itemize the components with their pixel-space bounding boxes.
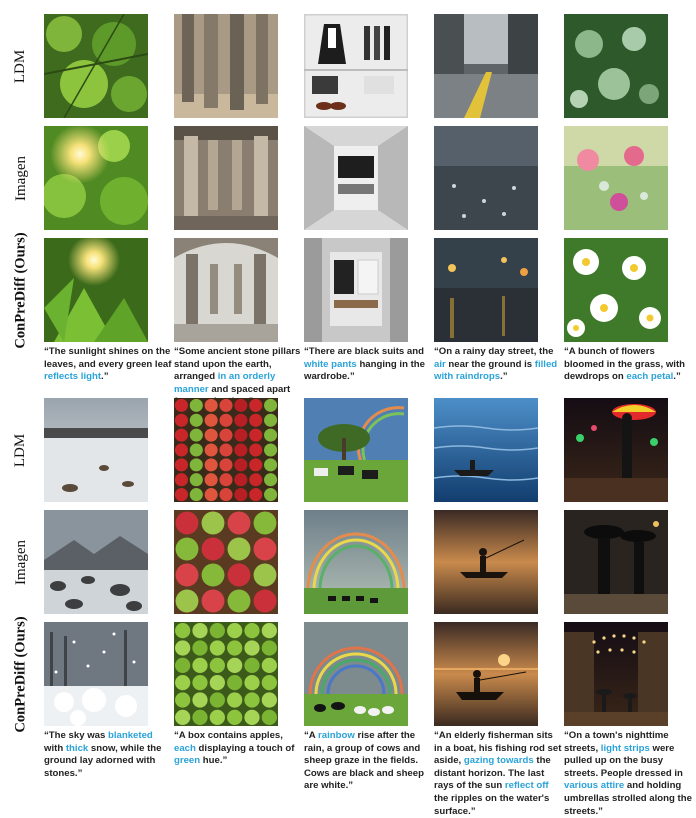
highlighted-phrase: each (174, 742, 196, 754)
caption-elderly-fisherman: “An elderly fisherman sits in a boat, hi… (434, 730, 562, 818)
image-apples-ldm (174, 398, 278, 502)
caption-text: hue.” (200, 755, 228, 767)
image-fisherman-ldm (434, 398, 538, 502)
caption-text: the ripples on the water's surface.” (434, 792, 550, 817)
caption-text: “A box contains apples, (174, 730, 283, 741)
highlighted-phrase: reflect off (504, 780, 549, 792)
caption-text: “The sky was (44, 730, 108, 741)
image-rainbow-conprediff (304, 622, 408, 726)
row-label-ldm: LDM (12, 433, 29, 467)
image-apples-imagen (174, 510, 278, 614)
image-night-street-conprediff (564, 622, 668, 726)
caption-text: “A (304, 730, 319, 741)
highlighted-phrase: rainbow (318, 730, 355, 741)
image-rainbow-imagen (304, 510, 408, 614)
caption-nighttime-streets: “On a town's nighttime streets, light st… (564, 730, 692, 818)
highlighted-phrase: light strips (600, 742, 650, 754)
image-rainbow-ldm (304, 398, 408, 502)
figure-panel-bottom: LDM Imagen ConPreDiff (Ours) “The sky wa… (0, 0, 696, 817)
highlighted-phrase: blanketed (108, 730, 153, 741)
image-snow-imagen (44, 510, 148, 614)
image-fisherman-imagen (434, 510, 538, 614)
highlighted-phrase: green (174, 755, 201, 767)
row-label-conprediff: ConPreDiff (Ours) (12, 615, 29, 733)
row-label-imagen: Imagen (12, 539, 29, 585)
image-night-street-ldm (564, 398, 668, 502)
highlighted-phrase: gazing towards (463, 755, 534, 767)
caption-apples-box: “A box contains apples, each displaying … (174, 730, 302, 768)
image-snow-ldm (44, 398, 148, 502)
caption-rainbow-cows-sheep: “A rainbow rise after the rain, a group … (304, 730, 432, 793)
image-night-street-imagen (564, 510, 668, 614)
caption-text: with (44, 742, 66, 754)
image-fisherman-conprediff (434, 622, 538, 726)
image-apples-conprediff (174, 622, 278, 726)
image-snow-conprediff (44, 622, 148, 726)
highlighted-phrase: thick (65, 742, 89, 754)
highlighted-phrase: various attire (564, 780, 625, 792)
caption-text: displaying a touch of (195, 742, 295, 754)
caption-snow-stones: “The sky was blanketed with thick snow, … (44, 730, 172, 780)
